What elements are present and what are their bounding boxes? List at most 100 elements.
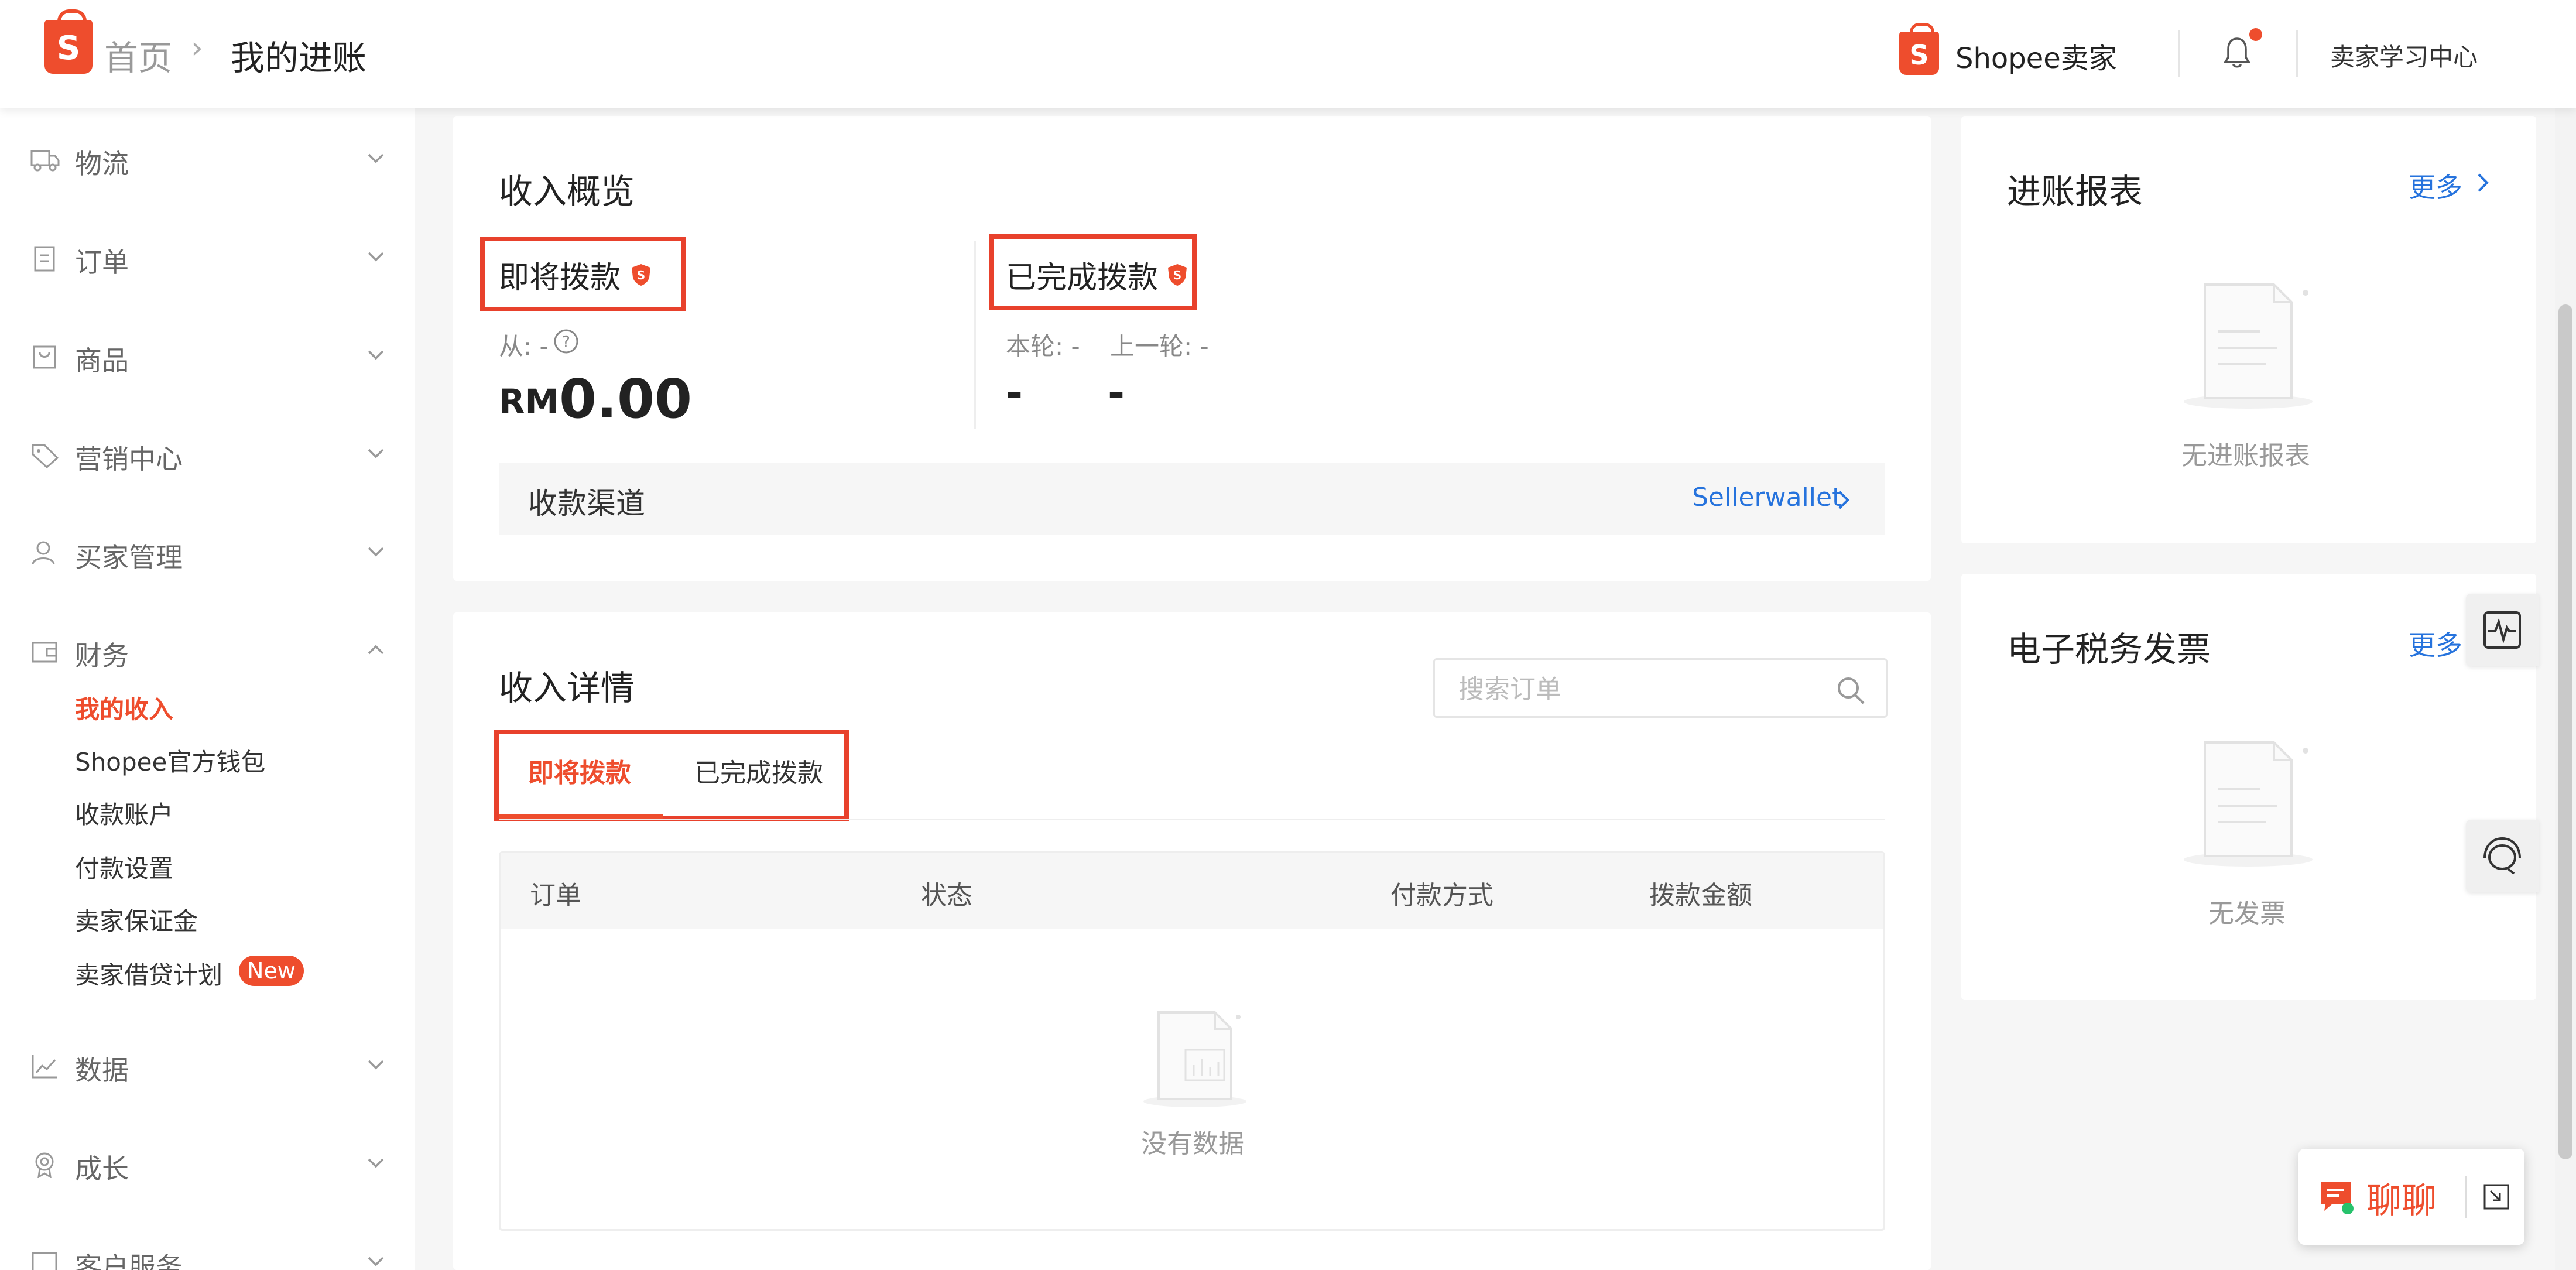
sidebar-sub-seller-deposit[interactable]: 卖家保证金 — [75, 902, 198, 937]
sidebar-item-label: 财务 — [75, 640, 129, 672]
user-icon — [32, 541, 55, 565]
chevron-down-icon — [368, 1158, 384, 1168]
chart-icon — [32, 1055, 57, 1079]
header-divider — [2178, 30, 2180, 77]
logo-letter: S — [56, 29, 81, 67]
chevron-down-icon — [368, 350, 384, 360]
tab-completed-payout[interactable]: 已完成拨款 — [694, 752, 823, 789]
column-order: 订单 — [530, 881, 581, 910]
medal-icon — [35, 1152, 54, 1178]
reports-more-link[interactable]: 更多 — [2409, 166, 2462, 205]
sidebar-item-products[interactable]: 商品 — [30, 333, 388, 379]
sellerwallet-link[interactable]: Sellerwallet — [1692, 482, 1842, 512]
invoice-empty-text: 无发票 — [2208, 899, 2286, 929]
sidebar-item-growth[interactable]: 成长 — [30, 1141, 388, 1187]
payment-channel-label: 收款渠道 — [528, 487, 645, 521]
sidebar-sub-shopee-wallet[interactable]: Shopee官方钱包 — [75, 742, 265, 778]
chevron-right-icon[interactable] — [2474, 171, 2492, 194]
sidebar-sub-bank-account[interactable]: 收款账户 — [75, 795, 173, 831]
chevron-down-icon — [368, 449, 384, 458]
e-invoice-title: 电子税务发票 — [2007, 629, 2211, 669]
income-reports-title: 进账报表 — [2007, 172, 2143, 211]
seller-learning-center-link[interactable]: 卖家学习中心 — [2330, 37, 2478, 73]
truck-icon — [30, 150, 60, 172]
minimize-icon[interactable] — [2482, 1183, 2510, 1211]
sidebar-item-data[interactable]: 数据 — [30, 1042, 388, 1089]
sidebar-sub-my-income[interactable]: 我的收入 — [75, 690, 173, 725]
svg-text:S: S — [1173, 268, 1181, 282]
search-icon[interactable] — [1834, 674, 1867, 707]
empty-document-icon — [2184, 283, 2313, 409]
new-badge: New — [239, 956, 304, 986]
clipboard-icon — [34, 246, 55, 272]
sidebar-item-customer-service[interactable]: 客户服务 — [30, 1239, 388, 1270]
header-divider — [2296, 30, 2298, 77]
search-box — [1433, 658, 1888, 718]
page-scrollbar-thumb[interactable] — [2558, 304, 2572, 1159]
breadcrumb-separator: › — [191, 30, 203, 66]
notification-dot — [2249, 28, 2262, 41]
completed-payout-label: 已完成拨款 — [1006, 261, 1159, 296]
sidebar-sub-payment-settings[interactable]: 付款设置 — [75, 849, 173, 885]
shield-icon: S — [632, 264, 650, 286]
service-icon — [32, 1252, 57, 1270]
tab-upcoming-payout[interactable]: 即将拨款 — [528, 752, 631, 789]
bag-icon — [33, 345, 56, 369]
sidebar-item-marketing[interactable]: 营销中心 — [30, 431, 388, 478]
overview-divider — [974, 241, 976, 429]
income-overview-title: 收入概览 — [499, 172, 635, 211]
chevron-down-icon — [368, 547, 384, 557]
income-details-title: 收入详情 — [499, 668, 635, 708]
this-round-value: - — [1006, 369, 1023, 417]
invoice-more-link[interactable]: 更多 — [2409, 624, 2462, 663]
sidebar-item-finance[interactable]: 财务 — [30, 628, 388, 675]
performance-float-button[interactable] — [2466, 594, 2539, 666]
support-float-button[interactable] — [2466, 820, 2539, 892]
this-round-label: 本轮: - — [1006, 332, 1080, 361]
breadcrumb-home[interactable]: 首页 — [104, 30, 172, 80]
sidebar-sub-seller-loan[interactable]: 卖家借贷计划 — [75, 956, 222, 991]
shield-icon: S — [1168, 264, 1187, 286]
sidebar-item-orders[interactable]: 订单 — [30, 234, 388, 281]
chevron-up-icon — [368, 645, 384, 655]
brand-logo-letter: S — [1909, 39, 1929, 71]
sidebar-item-label: 买家管理 — [75, 542, 183, 573]
empty-document-icon — [1143, 1011, 1246, 1107]
payment-channel-bar — [499, 463, 1885, 535]
tabs-baseline — [499, 819, 1885, 820]
tag-icon — [32, 444, 59, 468]
help-icon[interactable]: ? — [553, 328, 580, 355]
wallet-icon — [32, 642, 57, 663]
notification-bell-icon[interactable] — [2223, 36, 2251, 70]
breadcrumb-current: 我的进账 — [231, 38, 367, 78]
active-tab-indicator — [499, 814, 663, 819]
sidebar-item-label: 营销中心 — [75, 443, 183, 475]
sidebar-item-logistics[interactable]: 物流 — [30, 136, 388, 183]
empty-document-icon — [2184, 741, 2313, 867]
top-header: S 首页 › 我的进账 S Shopee卖家 卖家学习中心 — [0, 0, 2576, 108]
sidebar-item-label: 客户服务 — [75, 1251, 183, 1270]
column-payout-amount: 拨款金额 — [1649, 881, 1752, 910]
column-status: 状态 — [921, 881, 972, 910]
chevron-right-icon[interactable] — [1835, 488, 1852, 512]
income-table: 订单 状态 付款方式 拨款金额 没有数据 — [499, 851, 1885, 1231]
shopee-seller-logo-icon[interactable]: S — [1899, 23, 1939, 75]
chevron-down-icon — [368, 1060, 384, 1070]
chat-divider — [2465, 1176, 2467, 1218]
table-header: 订单 状态 付款方式 拨款金额 — [501, 853, 1883, 929]
empty-state-text: 没有数据 — [1141, 1129, 1244, 1159]
search-input[interactable] — [1458, 673, 1821, 706]
sidebar-item-label: 数据 — [75, 1055, 129, 1086]
chat-widget[interactable]: 聊聊 — [2298, 1149, 2524, 1245]
column-payment-method: 付款方式 — [1390, 881, 1493, 910]
upcoming-from-text: 从: - — [499, 332, 549, 361]
sidebar-item-label: 商品 — [75, 345, 129, 376]
shopee-logo-icon[interactable]: S — [44, 9, 93, 74]
sidebar-item-customers[interactable]: 买家管理 — [30, 529, 388, 576]
chevron-down-icon — [368, 252, 384, 262]
sidebar-item-label: 成长 — [75, 1153, 129, 1185]
brand-text[interactable]: Shopee卖家 — [1955, 35, 2117, 76]
reports-empty-text: 无进账报表 — [2181, 441, 2310, 471]
chat-bubble-icon — [2321, 1182, 2354, 1214]
chevron-down-icon — [368, 1257, 384, 1266]
